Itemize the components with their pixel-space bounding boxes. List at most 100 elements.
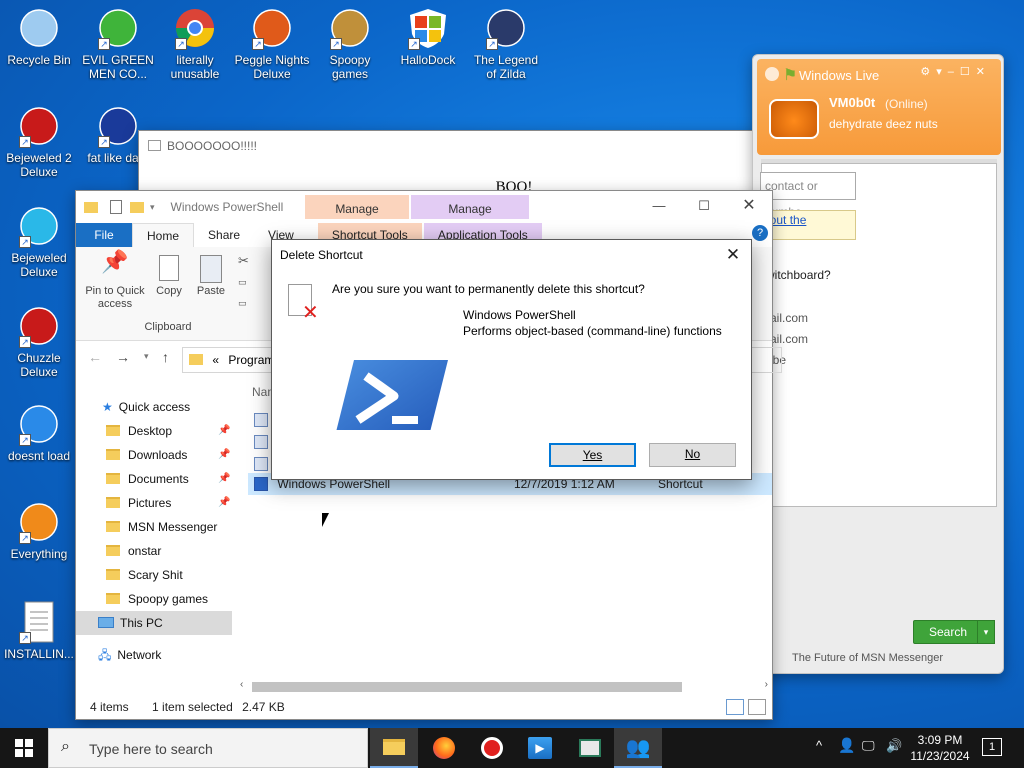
folder-icon (106, 569, 120, 580)
dialog-close-button[interactable]: ✕ (714, 240, 752, 270)
pin-button[interactable]: 📌 Pin to Quick access (82, 249, 148, 311)
desktop-icon-label: EVIL GREEN MEN CO... (82, 53, 154, 81)
details-view-icon[interactable] (726, 699, 744, 715)
taskbar-file-explorer[interactable] (370, 728, 418, 768)
nav-item-desktop[interactable]: Desktop 📌 (106, 419, 230, 443)
pin-icon[interactable]: 📌 (218, 443, 230, 467)
folder-icon (106, 449, 120, 460)
presence-status[interactable]: (Online) (885, 97, 928, 111)
shortcut-arrow-icon: ↗ (330, 38, 342, 50)
desktop-icon-bejeweled2[interactable]: ↗ Bejeweled 2 Deluxe (1, 104, 77, 179)
personal-message[interactable]: dehydrate deez nuts (829, 117, 938, 131)
ctx-group-manage-shortcut: Manage (305, 195, 409, 219)
back-icon[interactable]: ← (88, 349, 102, 365)
large-icons-view-icon[interactable] (748, 699, 766, 715)
app-window-icon (579, 739, 601, 757)
nav-item-msn-messenger[interactable]: MSN Messenger (106, 515, 217, 539)
desktop-icon-evil-green-men[interactable]: ↗ EVIL GREEN MEN CO... (80, 6, 156, 81)
customize-qat-icon[interactable]: ▾ (150, 202, 155, 213)
shortcut-arrow-icon: ↗ (98, 38, 110, 50)
chrome-icon: ↗ (173, 6, 217, 50)
desktop-icon-recycle-bin[interactable]: Recycle Bin (1, 6, 77, 67)
messenger-window[interactable]: ⚑ Windows Live ⚙▾–☐✕ VM0b0t (Online) deh… (752, 54, 1004, 674)
avatar[interactable] (769, 99, 819, 139)
nav-item-documents[interactable]: Documents 📌 (106, 467, 230, 491)
dialog-question: Are you sure you want to permanently del… (332, 282, 645, 296)
pin-icon[interactable]: 📌 (218, 491, 230, 515)
nav-this-pc[interactable]: This PC (76, 611, 232, 635)
nav-item-onstar[interactable]: onstar (106, 539, 161, 563)
desktop-icon-chrome[interactable]: ↗ literally unusable (157, 6, 233, 81)
messenger-tray-icon[interactable]: 👤 (838, 737, 855, 754)
desktop-icon-installing[interactable]: ↗ INSTALLIN... (1, 600, 77, 661)
taskbar-firefox[interactable] (420, 728, 468, 768)
show-hidden-icons-icon[interactable]: ^ (816, 738, 822, 753)
record-icon (481, 737, 503, 759)
explorer-title: Windows PowerShell (170, 200, 284, 214)
taskbar-messenger[interactable]: 👥 (614, 728, 662, 768)
clock[interactable]: 3:09 PM 11/23/2024 (902, 732, 978, 764)
help-icon[interactable]: ? (752, 225, 768, 241)
messenger-window-controls[interactable]: ⚙▾–☐✕ (920, 65, 991, 78)
pin-icon[interactable]: 📌 (218, 419, 230, 443)
nav-item-pictures[interactable]: Pictures 📌 (106, 491, 230, 515)
no-button[interactable]: No (649, 443, 736, 467)
search-box[interactable]: ⌕ Type here to search (48, 728, 368, 768)
info-link[interactable]: bout the e (760, 210, 856, 241)
recent-locations-icon[interactable]: ▾ (144, 351, 149, 362)
search-icon: ⌕ (61, 738, 70, 755)
taskbar-app-window[interactable] (566, 728, 614, 768)
app-name: Windows PowerShell (463, 308, 576, 322)
nav-item-spoopy-games[interactable]: Spoopy games (106, 587, 208, 611)
properties-icon[interactable] (110, 200, 122, 214)
tab-home[interactable]: Home (132, 223, 195, 247)
desktop-icon-bejeweled[interactable]: ↗ Bejeweled Deluxe (1, 204, 77, 279)
maximize-button[interactable]: ☐ (681, 191, 727, 221)
pin-icon: 📌 (101, 249, 129, 274)
tab-file[interactable]: File (76, 223, 132, 247)
yes-button[interactable]: Yes (549, 443, 636, 467)
desktop-icon-everything[interactable]: ↗ Everything (1, 500, 77, 561)
shortcut-arrow-icon: ↗ (19, 236, 31, 248)
desktop-icon-label: Bejeweled 2 Deluxe (6, 151, 72, 179)
network-icon[interactable]: 🖵 (862, 738, 875, 754)
cut-icon[interactable]: ✂ ▭ ▭ (238, 251, 249, 313)
desktop-icon-zilda[interactable]: ↗ The Legend of Zilda (468, 6, 544, 81)
up-icon[interactable]: ↑ (162, 349, 169, 365)
desktop-icon-hallodock[interactable]: ↗ HalloDock (390, 6, 466, 67)
horizontal-scrollbar[interactable]: ‹ › (236, 679, 772, 695)
folder-icon (106, 497, 120, 508)
user-name[interactable]: VM0b0t (829, 95, 875, 110)
search-dropdown-icon[interactable]: ▾ (977, 620, 995, 644)
paste-button[interactable]: Paste (194, 255, 228, 298)
delete-shortcut-dialog[interactable]: Delete Shortcut ✕ ✕ Are you sure you wan… (271, 239, 752, 480)
minimize-button[interactable]: — (636, 191, 682, 221)
bejeweled2-icon: ↗ (17, 104, 61, 148)
desktop-icon-thunderbird[interactable]: ↗ doesnt load (1, 402, 77, 463)
desktop-icon-spoopy[interactable]: ↗ Spoopy games (312, 6, 388, 81)
notification-center-icon[interactable]: 1 (982, 738, 1002, 756)
folder-icon (106, 473, 120, 484)
nav-item-scary-shit[interactable]: Scary Shit (106, 563, 183, 587)
clipboard-group-label: Clipboard (144, 321, 192, 333)
search-button[interactable]: Search (913, 620, 983, 644)
start-button[interactable] (0, 728, 48, 768)
taskbar-recorder[interactable] (468, 728, 516, 768)
desktop-icon-chuzzle[interactable]: ↗ Chuzzle Deluxe (1, 304, 77, 379)
forward-icon[interactable]: → (116, 349, 130, 365)
nav-quick-access[interactable]: ★ Quick access (102, 395, 190, 419)
contact-search-input[interactable]: contact or numbe (760, 172, 856, 219)
new-folder-icon[interactable] (130, 201, 144, 213)
nav-network[interactable]: 🖧 Network (98, 643, 161, 667)
nav-item-downloads[interactable]: Downloads 📌 (106, 443, 230, 467)
taskbar-media-app[interactable]: ▶ (516, 728, 564, 768)
volume-icon[interactable]: 🔊 (886, 738, 902, 754)
messenger-footer: The Future of MSN Messenger (792, 652, 944, 664)
powershell-icon (254, 477, 268, 491)
copy-button[interactable]: Copy (152, 255, 186, 298)
desktop-icon-peggle[interactable]: ↗ Peggle Nights Deluxe (234, 6, 310, 81)
ctx-group-manage-app: Manage (411, 195, 529, 219)
pin-icon[interactable]: 📌 (218, 467, 230, 491)
tab-share[interactable]: Share (194, 223, 254, 247)
close-button[interactable]: ✕ (726, 191, 772, 221)
